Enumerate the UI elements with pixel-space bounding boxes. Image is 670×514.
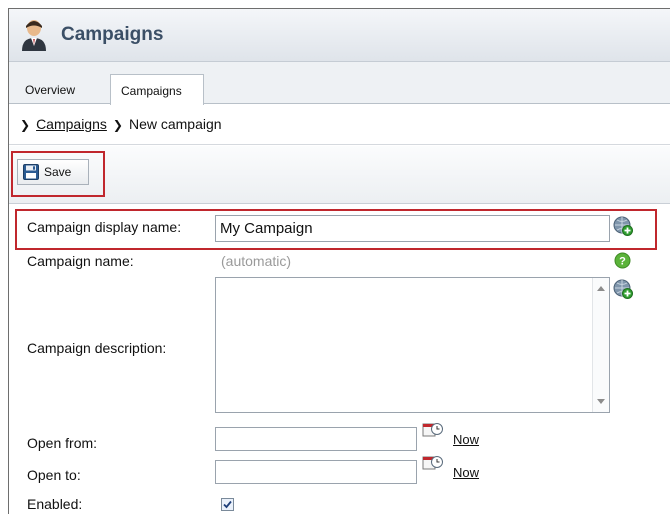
breadcrumb: ❯ Campaigns ❯ New campaign: [9, 105, 670, 145]
open-from-input[interactable]: [215, 427, 417, 451]
open-from-now-link[interactable]: Now: [453, 432, 479, 447]
open-to-input[interactable]: [215, 460, 417, 484]
breadcrumb-current: New campaign: [128, 116, 222, 132]
tab-bar: Overview Campaigns: [9, 62, 670, 105]
scroll-up-arrow-icon[interactable]: [597, 286, 605, 291]
checkmark-icon: [223, 500, 232, 509]
display-name-input[interactable]: [215, 215, 610, 242]
enabled-label: Enabled:: [27, 496, 83, 512]
campaign-name-value: (automatic): [221, 253, 292, 269]
toolbar: Save: [9, 146, 670, 204]
add-globe-icon[interactable]: [613, 216, 633, 236]
svg-text:?: ?: [619, 256, 626, 268]
scroll-down-arrow-icon[interactable]: [597, 399, 605, 404]
page-header: Campaigns: [9, 9, 670, 62]
campaign-description-label: Campaign description:: [27, 340, 167, 356]
calendar-clock-icon[interactable]: [422, 455, 444, 473]
add-globe-icon[interactable]: [613, 279, 633, 299]
calendar-clock-icon[interactable]: [422, 422, 444, 440]
enabled-checkbox[interactable]: [221, 498, 234, 511]
open-from-label: Open from:: [27, 435, 98, 451]
campaign-name-label: Campaign name:: [27, 253, 134, 269]
open-to-label: Open to:: [27, 467, 81, 483]
page-title: Campaigns: [61, 24, 164, 45]
chevron-right-icon: ❯: [20, 118, 31, 132]
tab-campaigns[interactable]: Campaigns: [110, 74, 204, 105]
floppy-disk-icon: [23, 164, 39, 180]
display-name-label: Campaign display name:: [27, 219, 182, 235]
open-to-now-link[interactable]: Now: [453, 465, 479, 480]
save-button[interactable]: Save: [17, 159, 89, 185]
campaign-description-textarea[interactable]: [215, 277, 610, 413]
app-window: Campaigns Overview Campaigns ❯ Campaigns ❯…: [8, 8, 670, 514]
save-button-label: Save: [44, 165, 72, 179]
scrollbar[interactable]: [592, 278, 609, 412]
chevron-right-icon: ❯: [112, 118, 123, 132]
help-icon[interactable]: ?: [614, 252, 631, 269]
tab-overview[interactable]: Overview: [15, 74, 105, 104]
user-icon: [22, 20, 46, 51]
breadcrumb-link-campaigns[interactable]: Campaigns: [36, 116, 107, 132]
